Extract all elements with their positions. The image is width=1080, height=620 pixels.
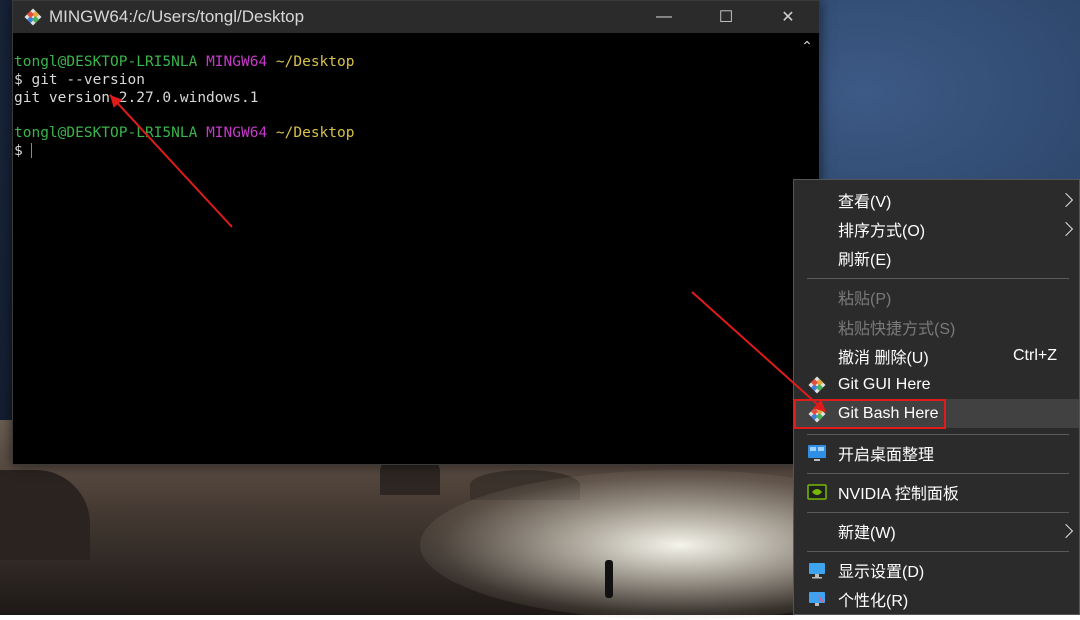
maximize-icon: ☐ [718,9,734,26]
input-line[interactable]: $ [14,143,795,161]
menu-item-label: 开启桌面整理 [838,446,935,464]
personalize-icon [809,591,825,606]
menu-separator [807,278,1069,279]
menu-separator [807,551,1069,552]
prompt-user: tongl@DESKTOP-LRI5NLA [14,125,198,142]
menu-item-new[interactable]: 新建(W) [794,516,1079,545]
menu-item-undo-delete[interactable]: 撤消 删除(U) Ctrl+Z [794,341,1079,370]
menu-item-label: 个性化(R) [838,592,909,610]
menu-item-shortcut: Ctrl+Z [1013,346,1057,364]
desktop-context-menu: 查看(V) 排序方式(O) 刷新(E) 粘贴(P) 粘贴快捷方式(S) 撤消 删… [793,179,1080,615]
chevron-right-icon [1058,523,1074,538]
desktop-organizer-icon [808,444,826,461]
terminal-titlebar[interactable]: MINGW64:/c/Users/tongl/Desktop — ☐ ✕ [13,1,819,33]
menu-item-label: 查看(V) [838,193,892,211]
menu-item-sort[interactable]: 排序方式(O) [794,214,1079,243]
menu-item-display-settings[interactable]: 显示设置(D) [794,555,1079,584]
minimize-icon: — [656,8,672,25]
menu-item-personalize[interactable]: 个性化(R) [794,584,1079,613]
nvidia-icon [807,483,827,500]
terminal-output[interactable]: tongl@DESKTOP-LRI5NLA MINGW64 ~/Desktop … [13,37,795,464]
menu-item-nvidia[interactable]: NVIDIA 控制面板 [794,477,1079,506]
scroll-up-icon[interactable]: ⌃ [795,39,819,57]
menu-separator [807,473,1069,474]
menu-item-paste[interactable]: 粘贴(P) [794,282,1079,311]
prompt-line: tongl@DESKTOP-LRI5NLA MINGW64 ~/Desktop [14,125,795,143]
menu-separator [807,434,1069,435]
command-line: $ git --version [14,71,145,88]
menu-item-label: Git GUI Here [838,375,931,393]
menu-item-label: 粘贴(P) [838,290,892,308]
menu-item-label: 撤消 删除(U) [838,349,929,367]
maximize-button[interactable]: ☐ [695,1,757,33]
minimize-button[interactable]: — [633,1,695,33]
input-prompt: $ [14,142,23,159]
chevron-right-icon [1058,192,1074,207]
menu-item-git-gui[interactable]: Git GUI Here [794,370,1079,399]
prompt-path: ~/Desktop [275,54,355,70]
close-icon: ✕ [781,9,795,26]
git-icon [808,376,826,393]
menu-item-desktop-organizer[interactable]: 开启桌面整理 [794,438,1079,467]
menu-item-label: 新建(W) [838,524,896,542]
menu-item-refresh[interactable]: 刷新(E) [794,243,1079,272]
menu-item-label: 粘贴快捷方式(S) [838,320,956,338]
menu-item-label: 显示设置(D) [838,563,925,581]
menu-item-label: 刷新(E) [838,251,892,269]
highlight-box [794,399,946,429]
window-title: MINGW64:/c/Users/tongl/Desktop [49,7,305,26]
text-cursor [30,143,32,159]
menu-item-view[interactable]: 查看(V) [794,185,1079,214]
prompt-line: tongl@DESKTOP-LRI5NLA MINGW64 ~/Desktop [14,54,795,72]
prompt-user: tongl@DESKTOP-LRI5NLA [14,54,198,70]
display-icon [809,562,825,578]
prompt-path: ~/Desktop [275,125,355,142]
menu-separator [807,512,1069,513]
terminal-window[interactable]: MINGW64:/c/Users/tongl/Desktop — ☐ ✕ ton… [12,0,820,465]
prompt-env: MINGW64 [206,125,268,142]
menu-item-paste-shortcut[interactable]: 粘贴快捷方式(S) [794,312,1079,341]
wallpaper-person [605,560,613,598]
chevron-right-icon [1058,221,1074,236]
prompt-env: MINGW64 [206,54,268,70]
command-output: git version 2.27.0.windows.1 [14,89,259,106]
menu-item-label: NVIDIA 控制面板 [838,485,959,503]
git-bash-icon [24,8,42,26]
close-button[interactable]: ✕ [757,1,819,33]
menu-item-label: 排序方式(O) [838,222,926,240]
